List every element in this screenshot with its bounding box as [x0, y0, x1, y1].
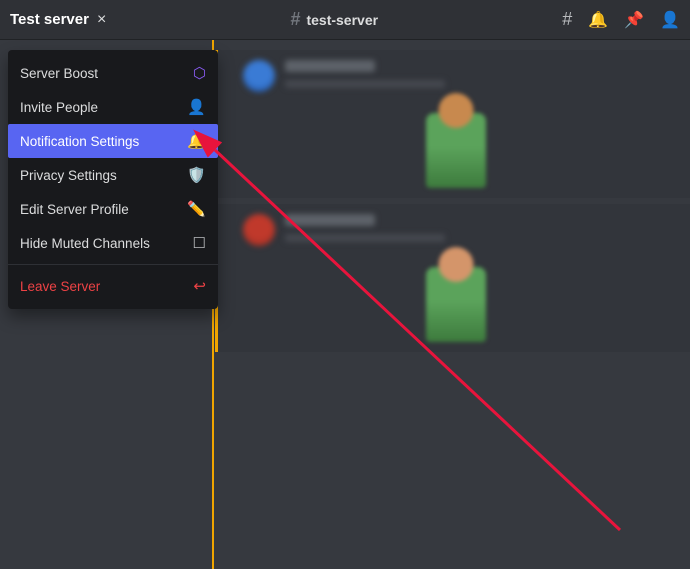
figure-1	[237, 98, 674, 188]
menu-item-edit-server-profile[interactable]: Edit Server Profile✏️	[8, 192, 218, 226]
msg-info-2	[285, 214, 445, 242]
menu-item-leave-server[interactable]: Leave Server↩	[8, 269, 218, 303]
bell-icon[interactable]: 🔔	[588, 10, 608, 30]
char-head-2	[438, 247, 473, 282]
menu-item-icon-notification-settings: 🔔	[187, 132, 206, 150]
char-body-1	[426, 113, 486, 188]
context-menu: Server Boost⬡Invite People👤Notification …	[8, 50, 218, 309]
char-head-1	[438, 93, 473, 128]
menu-item-icon-edit-server-profile: ✏️	[187, 200, 206, 218]
menu-item-icon-privacy-settings: 🛡️	[187, 166, 206, 184]
avatar-1	[243, 60, 275, 92]
msg-name-1	[285, 60, 375, 72]
menu-item-icon-server-boost: ⬡	[193, 64, 206, 82]
msg-text-1	[285, 80, 445, 88]
channel-hash-icon: #	[290, 9, 300, 30]
menu-item-server-boost[interactable]: Server Boost⬡	[8, 56, 218, 90]
menu-item-label-hide-muted-channels: Hide Muted Channels	[20, 236, 193, 251]
header-icons: # 🔔 📌 👤	[562, 9, 680, 30]
menu-item-label-leave-server: Leave Server	[20, 279, 193, 294]
menu-item-notification-settings[interactable]: Notification Settings🔔	[8, 124, 218, 158]
avatar-2	[243, 214, 275, 246]
main-content: Server Boost⬡Invite People👤Notification …	[0, 40, 690, 569]
hashtag-icon[interactable]: #	[562, 9, 572, 30]
menu-item-hide-muted-channels[interactable]: Hide Muted Channels☐	[8, 226, 218, 260]
msg-info-1	[285, 60, 445, 88]
menu-item-label-invite-people: Invite People	[20, 100, 187, 115]
server-title: Test server	[10, 11, 89, 28]
pin-icon[interactable]: 📌	[624, 10, 644, 30]
menu-divider	[8, 264, 218, 265]
menu-item-invite-people[interactable]: Invite People👤	[8, 90, 218, 124]
menu-item-icon-hide-muted-channels: ☐	[193, 234, 206, 252]
channel-header: # test-server	[290, 9, 378, 30]
menu-item-label-server-boost: Server Boost	[20, 66, 193, 81]
menu-item-label-privacy-settings: Privacy Settings	[20, 168, 187, 183]
title-bar: Test server × # test-server # 🔔 📌 👤	[0, 0, 690, 40]
title-bar-left: Test server ×	[10, 11, 106, 28]
menu-item-label-notification-settings: Notification Settings	[20, 134, 187, 149]
menu-item-privacy-settings[interactable]: Privacy Settings🛡️	[8, 158, 218, 192]
figure-2	[237, 252, 674, 342]
msg-text-2	[285, 234, 445, 242]
close-button[interactable]: ×	[97, 12, 106, 28]
message-block-1	[215, 50, 690, 198]
char-body-2	[426, 267, 486, 342]
message-block-2	[215, 204, 690, 352]
menu-item-label-edit-server-profile: Edit Server Profile	[20, 202, 187, 217]
menu-item-icon-invite-people: 👤	[187, 98, 206, 116]
channel-name: test-server	[306, 12, 378, 28]
members-icon[interactable]: 👤	[660, 10, 680, 30]
msg-name-2	[285, 214, 375, 226]
menu-item-icon-leave-server: ↩	[193, 277, 206, 295]
